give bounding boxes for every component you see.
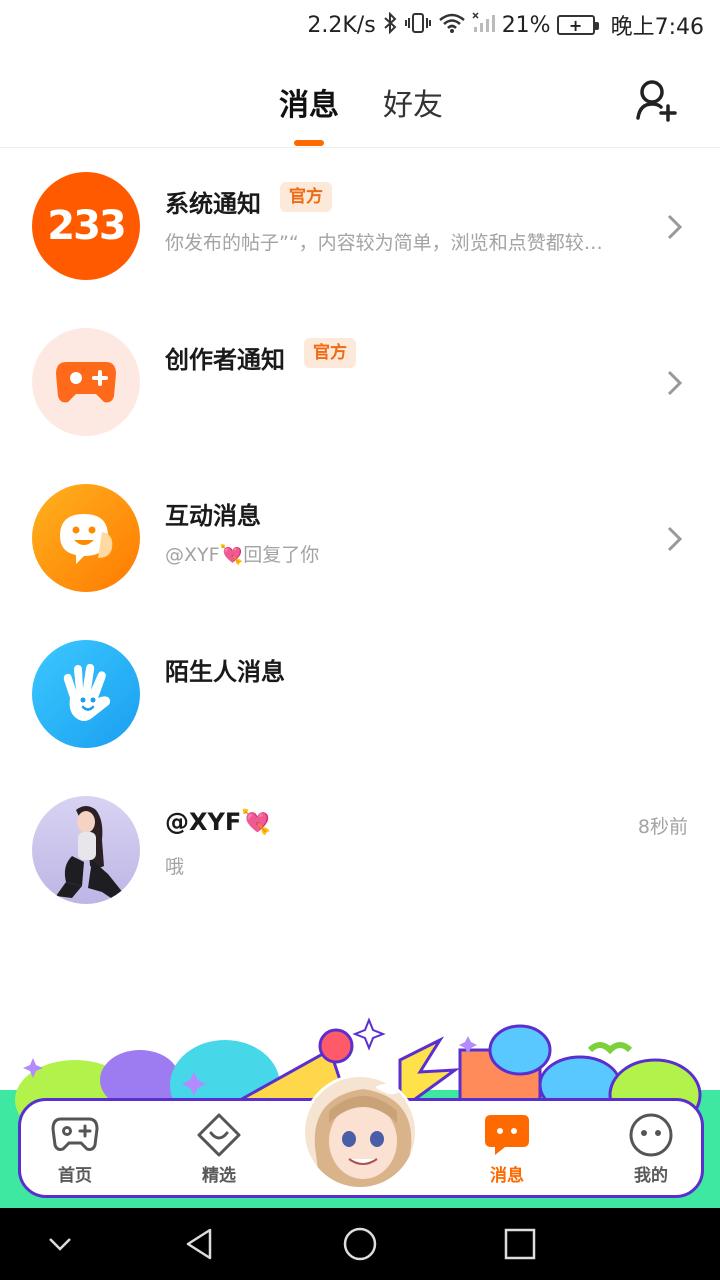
chevron-right-icon — [667, 526, 683, 552]
add-user-icon[interactable] — [632, 76, 680, 124]
avatar — [32, 796, 140, 904]
header: 消息 好友 — [0, 50, 720, 148]
center-avatar-button[interactable] — [302, 1074, 418, 1190]
smile-bubble-icon — [60, 514, 113, 564]
system-navigation-bar — [0, 1208, 720, 1280]
msg-subtitle: 你发布的帖子”“，内容较为简单，浏览和点赞都较… — [165, 232, 603, 254]
home-icon[interactable] — [342, 1226, 378, 1262]
official-badge: 官方 — [280, 182, 332, 212]
msg-title: 互动消息 — [165, 502, 261, 530]
avatar-233-text: 233 — [47, 203, 126, 249]
list-item-creator-notice[interactable]: 创作者通知 官方 — [0, 328, 720, 468]
creator-notice-avatar — [32, 328, 140, 436]
msg-subtitle: @XYF💘回复了你 — [165, 544, 320, 566]
msg-subtitle: 哦 — [165, 856, 185, 878]
nav-featured[interactable]: 精选 — [179, 1111, 259, 1191]
nav-profile[interactable]: 我的 — [611, 1111, 691, 1191]
official-badge: 官方 — [304, 338, 356, 368]
nav-label: 消息 — [490, 1166, 524, 1186]
heart-box-icon — [197, 1113, 241, 1157]
msg-title: 创作者通知 — [165, 346, 285, 374]
waving-hand-icon — [63, 663, 111, 721]
net-speed: 2.2K/s — [307, 12, 376, 38]
nav-label: 精选 — [202, 1166, 236, 1186]
vibrate-icon — [404, 12, 432, 39]
face-icon — [629, 1113, 673, 1157]
chat-bubble-icon — [485, 1115, 529, 1155]
system-notice-avatar: 233 — [32, 172, 140, 280]
tab-friends[interactable]: 好友 — [383, 80, 443, 124]
msg-title: 系统通知 — [165, 190, 261, 218]
chevron-right-icon — [667, 370, 683, 396]
list-item-chat-xyf[interactable]: @XYF💘 8秒前 哦 — [0, 796, 720, 936]
msg-time: 8秒前 — [637, 816, 688, 838]
gamepad-icon — [51, 1117, 99, 1151]
nav-label: 我的 — [634, 1166, 668, 1186]
wifi-icon — [438, 12, 466, 39]
bluetooth-icon — [382, 11, 398, 39]
battery-icon: + — [556, 15, 599, 35]
nav-home[interactable]: 首页 — [35, 1111, 115, 1191]
back-icon[interactable] — [182, 1226, 218, 1262]
list-item-interaction[interactable]: 互动消息 @XYF💘回复了你 — [0, 484, 720, 624]
stranger-avatar — [32, 640, 140, 748]
status-bar: 2.2K/s 21% + 晚上7:46 — [0, 0, 720, 50]
signal-icon — [472, 11, 496, 39]
tab-indicator — [294, 140, 324, 146]
recents-icon[interactable] — [502, 1226, 538, 1262]
nav-label: 首页 — [58, 1166, 92, 1186]
chevron-down-icon[interactable] — [42, 1226, 78, 1262]
list-item-system-notice[interactable]: 233 系统通知 官方 你发布的帖子”“，内容较为简单，浏览和点赞都较… — [0, 172, 720, 312]
interaction-avatar — [32, 484, 140, 592]
gamepad-icon — [56, 362, 116, 403]
msg-title: 陌生人消息 — [165, 658, 285, 686]
user-avatar-image — [56, 806, 124, 900]
battery-percent: 21% — [501, 12, 551, 38]
tab-messages[interactable]: 消息 — [279, 80, 339, 124]
clock: 晚上7:46 — [610, 15, 704, 40]
msg-title: @XYF💘 — [165, 808, 272, 836]
chevron-right-icon — [667, 214, 683, 240]
list-item-stranger[interactable]: 陌生人消息 — [0, 640, 720, 780]
nav-messages[interactable]: 消息 — [467, 1111, 547, 1191]
